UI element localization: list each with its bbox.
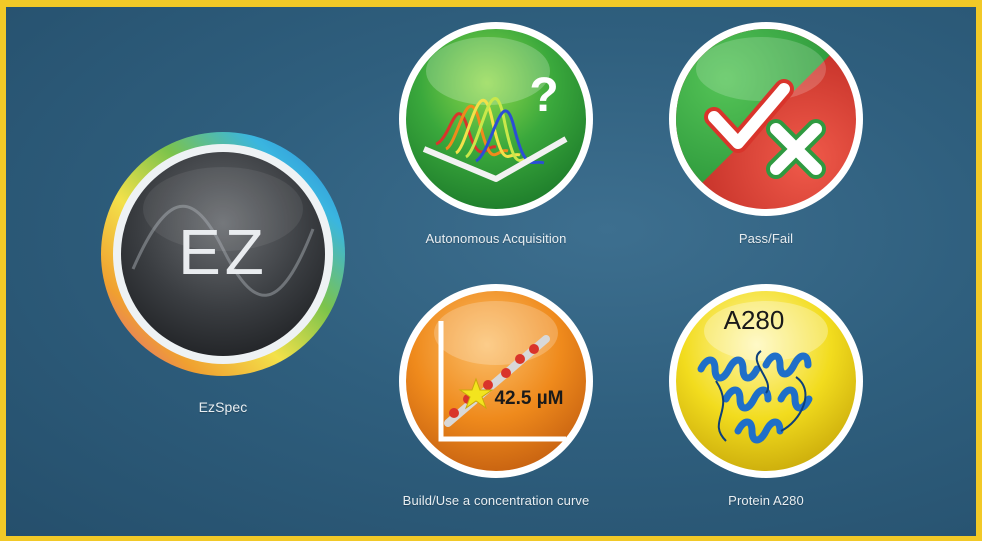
ezspec-icon: EZ [101,132,345,376]
concentration-readout: 42.5 µM [494,388,563,409]
protein-a280-label: Protein A280 [728,493,804,508]
pass-fail-label: Pass/Fail [738,231,794,246]
question-mark-glyph: ? [529,69,558,122]
protein-a280-icon: A280 [669,284,863,478]
app-tile-pass-fail[interactable]: Pass/Fail [666,19,866,246]
ezspec-label: EzSpec [198,399,248,415]
app-tile-ezspec[interactable]: EZ EzSpec [98,129,348,415]
ezspec-logo-text: EZ [178,216,268,288]
protein-title: A280 [724,305,785,335]
pass-fail-icon [669,22,863,216]
launcher-screen: EZ EzSpec ? Autonomous Acquisition Pass/… [6,7,976,536]
app-tile-protein-a280[interactable]: A280 Protein A280 [666,281,866,508]
app-tile-autonomous-acquisition[interactable]: ? Autonomous Acquisition [391,19,601,246]
app-tile-concentration-curve[interactable]: 42.5 µM Build/Use a concentration curve [366,281,626,508]
autonomous-acquisition-icon: ? [399,22,593,216]
concentration-curve-icon: 42.5 µM [399,284,593,478]
autonomous-acquisition-label: Autonomous Acquisition [425,231,567,246]
concentration-curve-label: Build/Use a concentration curve [402,493,590,508]
